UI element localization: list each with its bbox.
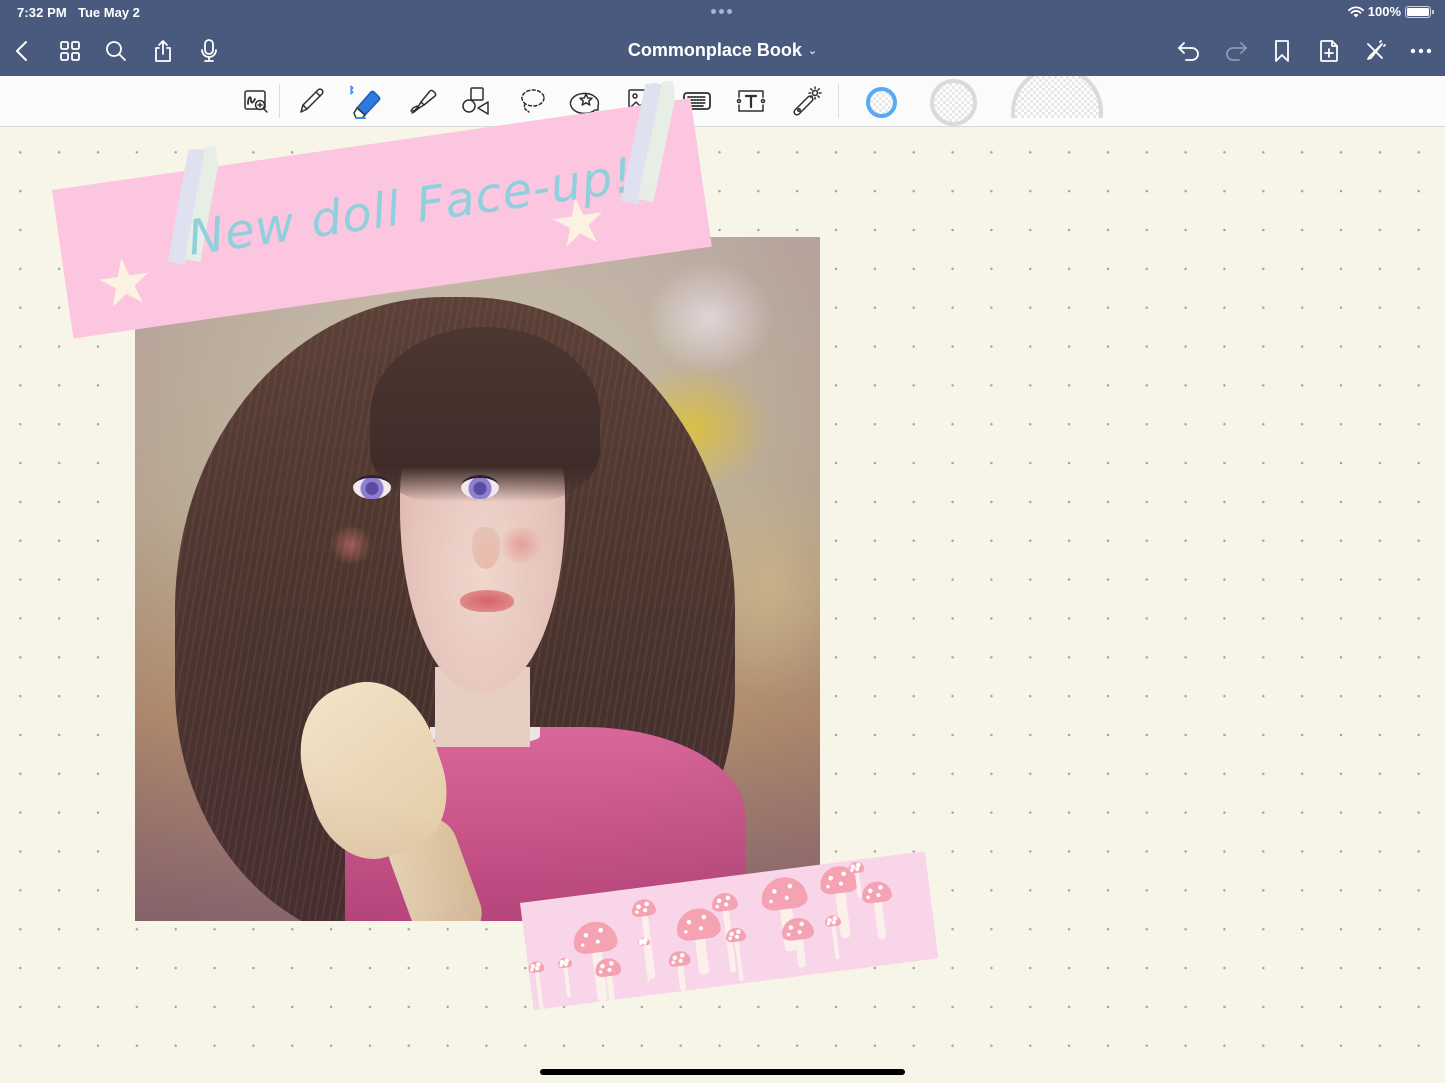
search-button[interactable] <box>102 37 130 65</box>
document-title-button[interactable]: Commonplace Book ⌄ <box>628 40 817 60</box>
status-right: 100% <box>1347 4 1434 19</box>
lasso-icon <box>521 89 545 113</box>
ellipsis-icon <box>1410 48 1432 54</box>
shapes-tool[interactable] <box>457 82 495 120</box>
grid-icon <box>60 41 80 61</box>
toolbar-separator <box>838 84 839 118</box>
undo-button[interactable] <box>1175 37 1203 65</box>
chevron-down-icon: ⌄ <box>807 45 818 57</box>
redo-icon <box>1226 42 1247 61</box>
battery-icon <box>1405 5 1434 18</box>
toolbar-separator <box>279 84 280 118</box>
wifi-icon <box>1347 5 1364 17</box>
highlighter-tool[interactable] <box>403 82 441 120</box>
redo-button[interactable] <box>1222 37 1250 65</box>
microphone-icon <box>201 39 217 62</box>
share-button[interactable] <box>149 37 177 65</box>
add-page-button[interactable] <box>1315 37 1343 65</box>
top-bar: 7:32 PM Tue May 2 100% Commonplace Book ⌄ <box>0 0 1445 76</box>
eraser-tool[interactable] <box>346 82 384 120</box>
handwriting-zoom-icon <box>244 90 268 113</box>
battery-fill <box>1407 7 1429 16</box>
text-tool[interactable] <box>732 82 770 120</box>
thumbnails-button[interactable] <box>56 37 84 65</box>
document-title-text: Commonplace Book <box>627 40 802 60</box>
drawing-toolbar <box>0 76 1445 127</box>
mushroom-icon <box>860 879 897 941</box>
eraser-icon <box>350 85 381 119</box>
mushroom-icon <box>557 956 576 998</box>
add-page-icon <box>1320 40 1338 62</box>
pen-icon <box>300 88 324 113</box>
battery-percent: 100% <box>1367 4 1401 19</box>
record-audio-button[interactable] <box>195 37 223 65</box>
status-date: Tue May 2 <box>78 5 140 20</box>
zoom-window-tool[interactable] <box>237 82 275 120</box>
bookmark-button[interactable] <box>1268 37 1296 65</box>
doll-photo[interactable] <box>135 237 820 921</box>
multitask-dots-icon[interactable] <box>711 9 732 14</box>
eraser-size-small[interactable] <box>866 87 897 118</box>
pencil-off-icon <box>1367 40 1386 60</box>
search-icon <box>106 41 126 61</box>
home-indicator[interactable] <box>540 1069 905 1075</box>
mushroom-icon <box>724 926 752 983</box>
undo-icon <box>1178 42 1199 61</box>
more-button[interactable] <box>1407 37 1435 65</box>
lasso-tool[interactable] <box>513 82 551 120</box>
laser-pointer-tool[interactable] <box>788 82 826 120</box>
text-box-icon <box>736 90 766 112</box>
star-icon: ★ <box>91 242 159 323</box>
eraser-size-medium[interactable] <box>930 79 977 126</box>
highlighter-icon <box>410 89 437 114</box>
shapes-icon <box>462 87 489 115</box>
share-icon <box>155 40 171 62</box>
laser-pointer-icon <box>793 86 822 116</box>
mushroom-icon <box>780 916 818 970</box>
back-button[interactable] <box>8 37 36 65</box>
chevron-left-icon <box>16 41 27 61</box>
status-time: 7:32 PM <box>17 5 67 20</box>
pen-toggle-button[interactable] <box>1361 37 1389 65</box>
bookmark-icon <box>1275 40 1289 62</box>
pen-tool[interactable] <box>292 82 330 120</box>
